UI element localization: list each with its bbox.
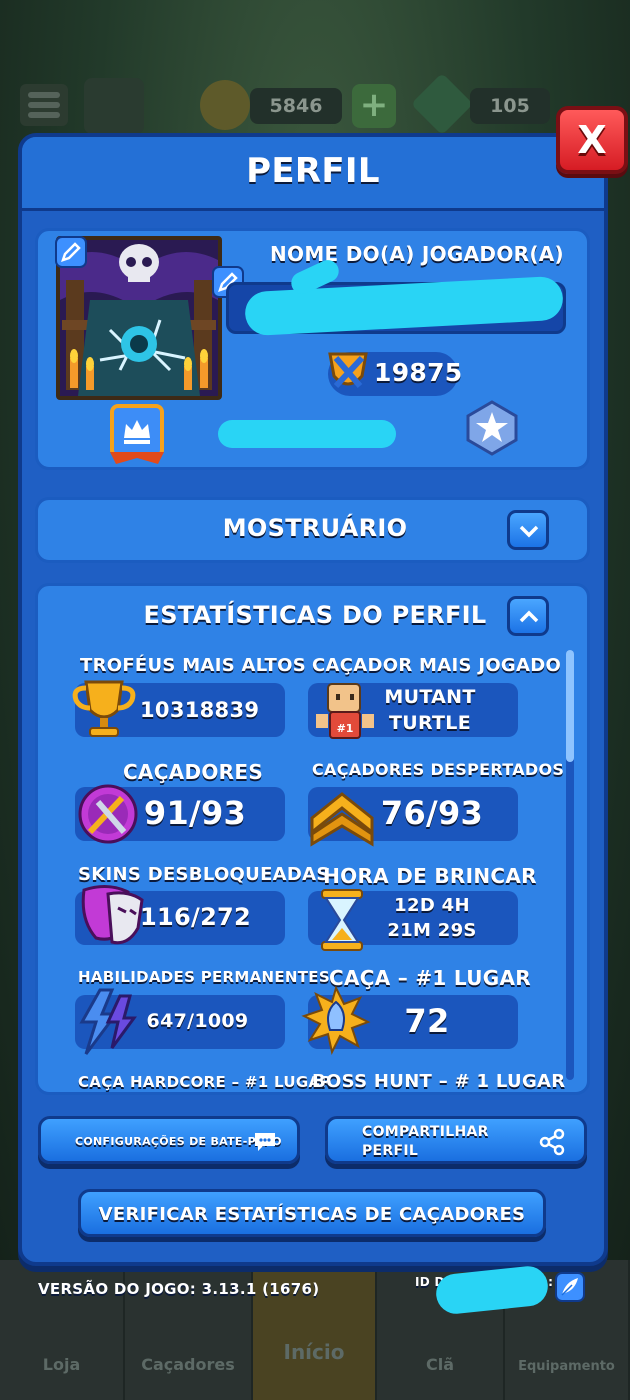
stats-scroll-thumb[interactable] [566,650,574,762]
guild-banner-ribbon [110,452,164,464]
hourglass-icon [321,889,363,951]
perks-value: 647/1009 [146,1010,249,1032]
trophy-sword-icon [328,352,368,389]
hamburger-menu-icon [20,84,68,126]
trophy-icon [72,680,136,737]
player-name-label: NOME DO(A) JOGADOR(A) [270,242,564,266]
redacted-guild-name [218,420,396,448]
awakened-value: 76/93 [380,794,484,832]
check-hunter-stats-label: VERIFICAR ESTATÍSTICAS DE CAÇADORES [98,1204,526,1225]
playtime-value-line1: 12D 4H [394,895,470,916]
modal-header: PERFIL [22,137,604,211]
close-button[interactable]: X [556,106,628,174]
feather-icon [561,1278,578,1296]
rank-badge-icon[interactable] [464,400,520,456]
chat-settings-label: CONFIGURAÇÕES DE BATE-PAPO [75,1135,282,1148]
gem-icon [410,72,474,136]
highest-trophies-value: 10318839 [140,698,260,722]
coin-count: 5846 [250,88,342,124]
rocket-medal-icon [301,985,371,1055]
pencil-icon [61,242,81,262]
close-icon: X [577,118,607,162]
rank-chevrons-icon [310,792,374,847]
game-version: VERSÃO DO JOGO: 3.13.1 (1676) [38,1280,320,1298]
copy-id-button[interactable] [555,1272,585,1302]
chevron-down-icon [519,525,539,538]
check-hunter-stats-button[interactable]: VERIFICAR ESTATÍSTICAS DE CAÇADORES [78,1189,546,1237]
showcase-expand-button[interactable] [507,510,549,550]
most-played-label: CAÇADOR MAIS JOGADO [312,655,562,676]
lightning-icon [79,988,137,1055]
chat-settings-button[interactable]: CONFIGURAÇÕES DE BATE-PAPO [38,1116,300,1164]
perks-label: HABILIDADES PERMANENTES [78,968,330,986]
most-played-value-line2: TURTLE [388,712,471,734]
add-coins-button: + [352,84,396,128]
hunters-value: 91/93 [143,794,247,832]
background-top-bar: 5846 + 105 [0,70,630,140]
boss-first-label: BOSS HUNT – # 1 LUGAR [312,1071,566,1092]
chevron-up-icon [519,610,539,623]
edit-avatar-button[interactable] [55,236,87,268]
hunt-first-value: 72 [404,1002,450,1040]
share-profile-label-line1: COMPARTILHAR [362,1124,489,1140]
chat-bubble-icon [255,1133,275,1151]
playtime-value-line2: 21M 29S [387,920,477,941]
skins-value: 116/272 [140,903,252,931]
most-played-value-line1: MUTANT [384,686,476,708]
svg-text:#1: #1 [337,722,354,735]
coin-icon [200,80,250,130]
modal-title: PERFIL [246,151,380,191]
share-icon [539,1128,565,1156]
share-profile-button[interactable]: COMPARTILHAR PERFIL [325,1116,587,1164]
hardcore-first-label: CAÇA HARDCORE – #1 LUGAR [78,1073,333,1091]
trophy-road-icon [84,78,144,134]
stats-collapse-button[interactable] [507,596,549,636]
share-profile-label-line2: PERFIL [362,1143,419,1159]
gem-count: 105 [470,88,550,124]
awakened-label: CAÇADORES DESPERTADOS [312,760,565,779]
hunters-swords-icon [78,784,138,844]
trophy-count: 19875 [374,358,463,387]
crown-icon [124,420,150,444]
guild-badge[interactable] [110,404,164,458]
